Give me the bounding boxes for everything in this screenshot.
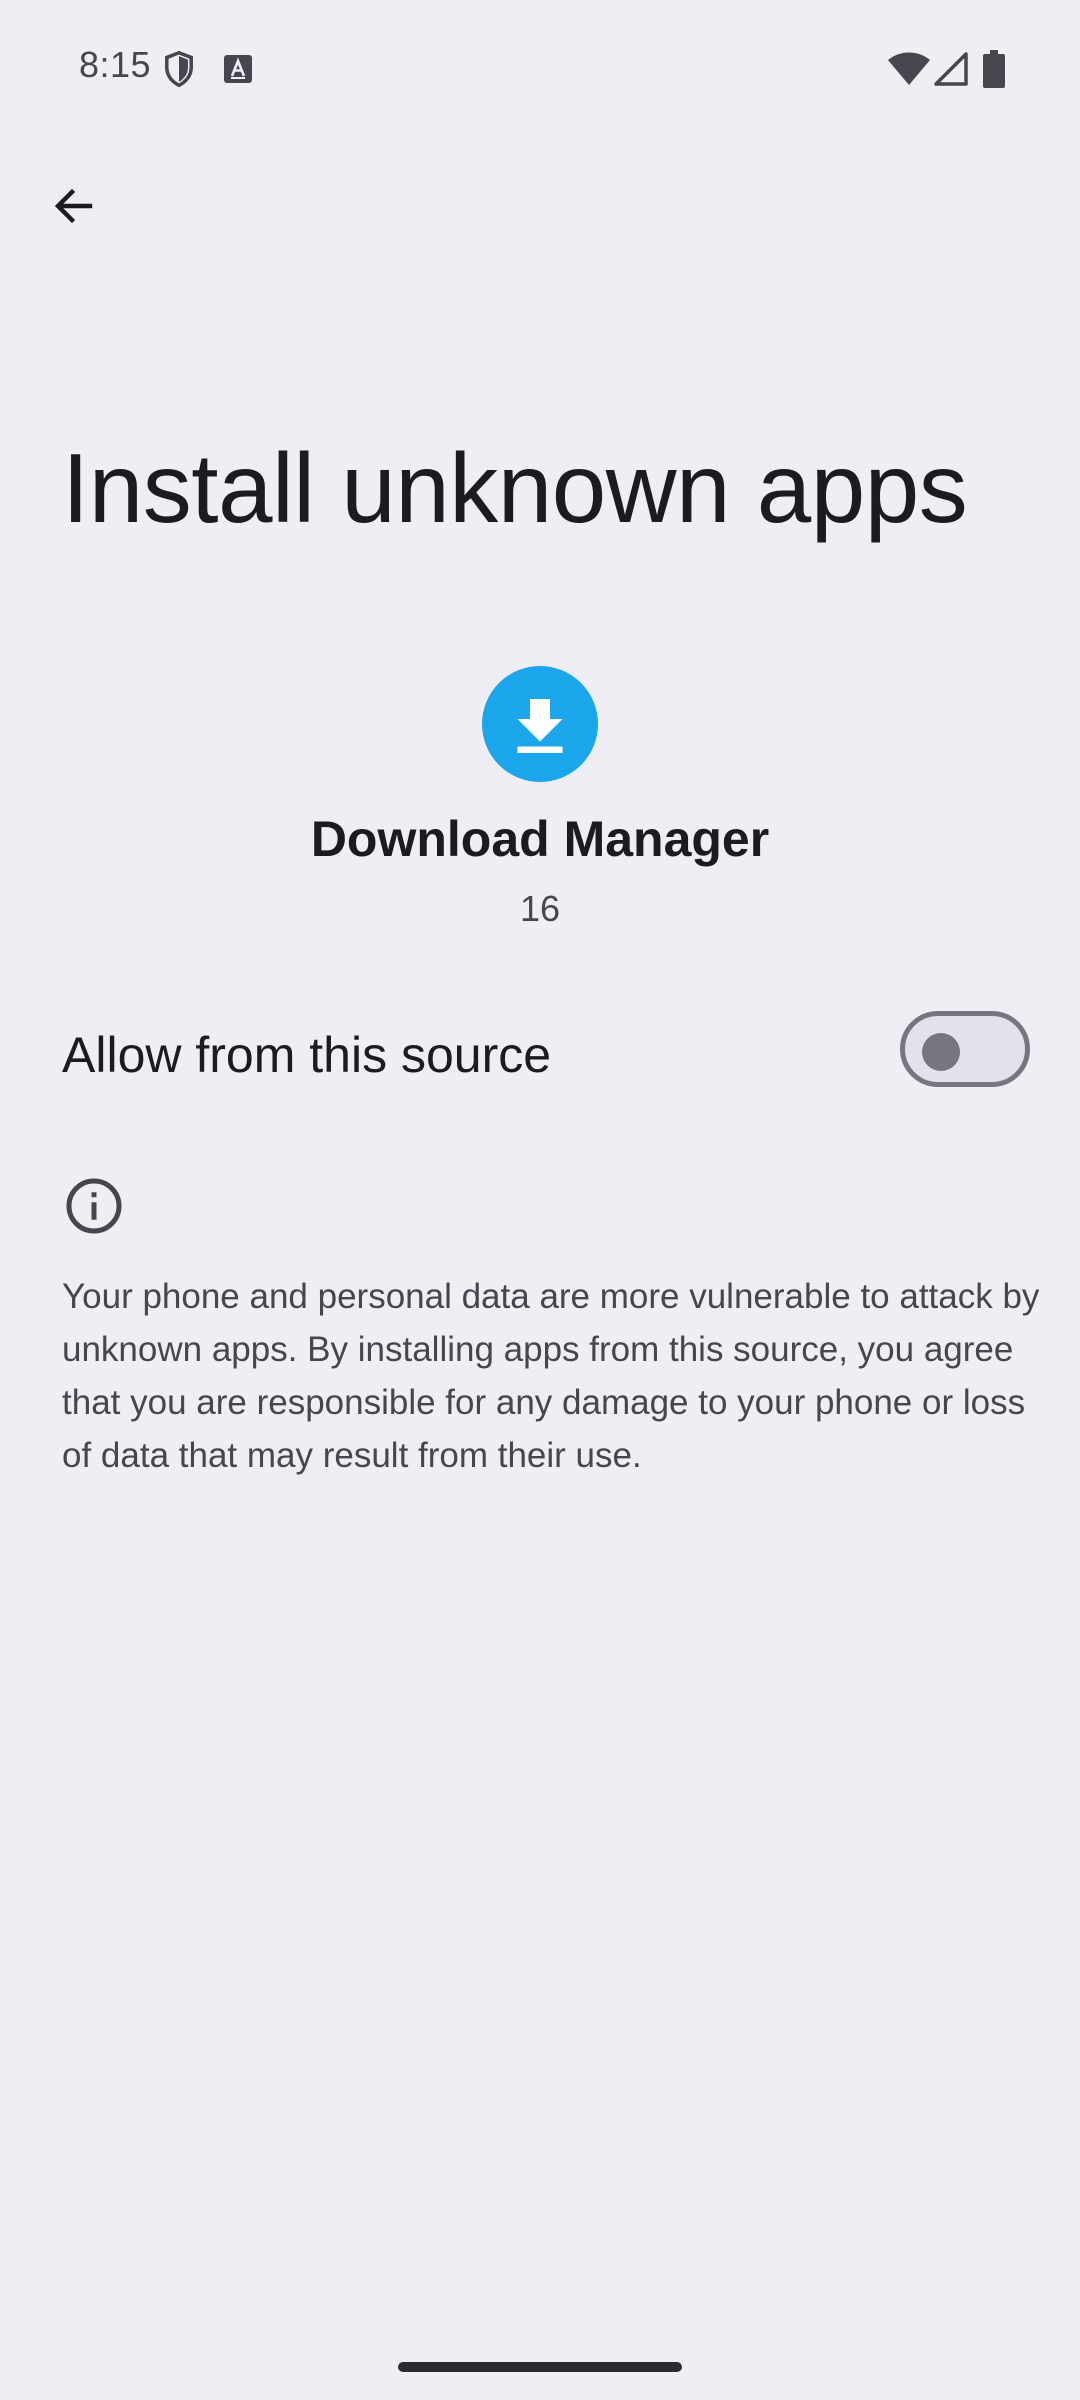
download-icon — [517, 699, 563, 753]
shield-icon — [165, 50, 193, 88]
info-icon — [66, 1178, 122, 1234]
allow-from-source-row[interactable]: Allow from this source — [0, 990, 1080, 1116]
wifi-icon — [888, 52, 930, 85]
app-icon — [482, 666, 598, 782]
status-time: 8:15 — [79, 44, 152, 85]
allow-from-source-label: Allow from this source — [62, 1027, 552, 1083]
page-title: Install unknown apps — [62, 433, 968, 543]
app-name: Download Manager — [310, 811, 770, 867]
gesture-navigation-bar[interactable] — [398, 2362, 682, 2372]
toggle-thumb — [922, 1033, 960, 1071]
cell-signal-icon — [934, 52, 968, 86]
warning-text: Your phone and personal data are more vu… — [62, 1277, 1040, 1475]
keyboard-a-icon — [224, 55, 252, 83]
status-bar: 8:15 — [0, 0, 1080, 136]
app-version: 16 — [519, 888, 561, 929]
arrow-back-icon — [54, 188, 93, 224]
allow-from-source-toggle[interactable] — [900, 1011, 1030, 1087]
battery-icon — [983, 50, 1005, 88]
back-button[interactable] — [30, 162, 118, 250]
